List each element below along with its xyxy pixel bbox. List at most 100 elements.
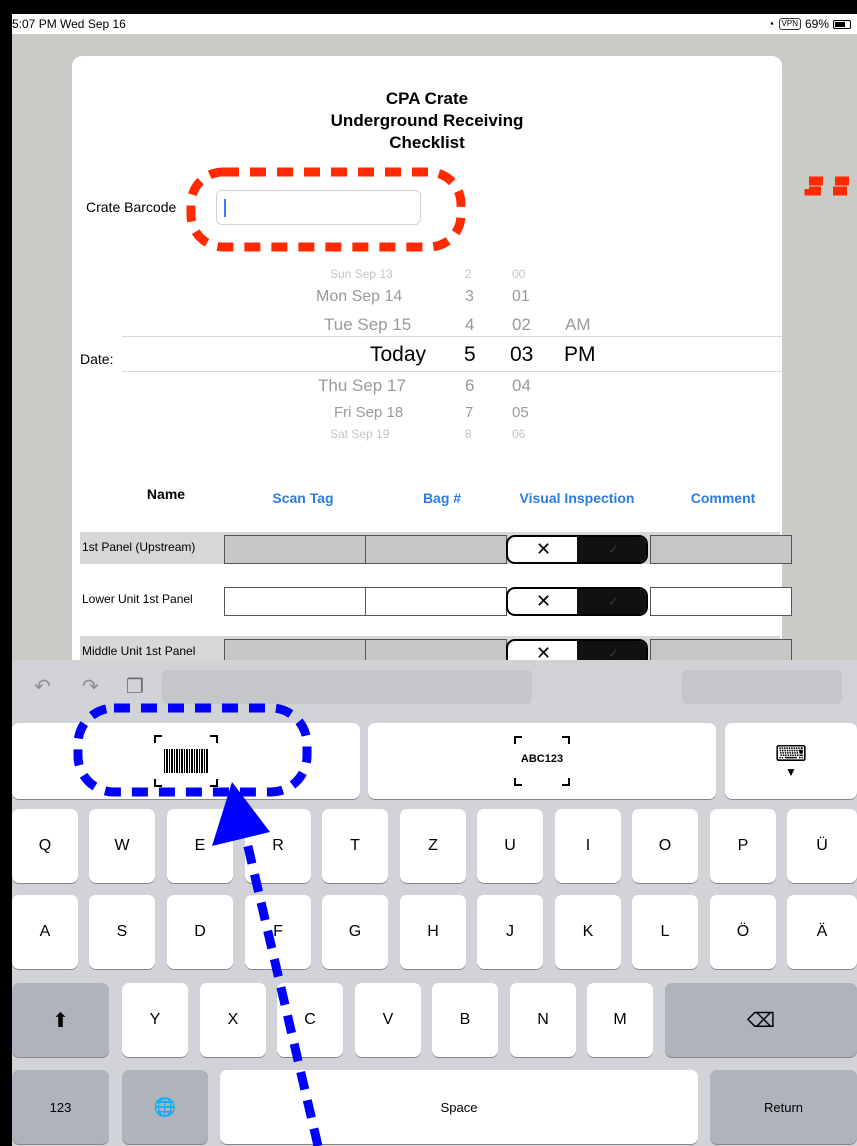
picker-hour[interactable]: 4: [465, 315, 474, 335]
accept-option[interactable]: ✓: [577, 537, 646, 562]
backspace-key[interactable]: ⌫: [665, 983, 857, 1057]
table-row: 1st Panel (Upstream) ✕ ✓: [80, 532, 792, 564]
picker-day[interactable]: Mon Sep 14: [316, 288, 402, 306]
picker-hour[interactable]: 6: [465, 376, 474, 396]
key-l[interactable]: L: [632, 895, 698, 969]
battery-icon: [833, 19, 851, 29]
key-x[interactable]: X: [200, 983, 266, 1057]
key-y[interactable]: Y: [122, 983, 188, 1057]
picker-minute[interactable]: 02: [512, 315, 531, 335]
column-header-scan-tag: Scan Tag: [272, 490, 334, 506]
scan-tag-field[interactable]: [224, 535, 366, 564]
picker-day[interactable]: Sun Sep 13: [330, 267, 393, 281]
picker-day[interactable]: Sat Sep 19: [330, 427, 389, 441]
bag-number-field[interactable]: [365, 535, 507, 564]
key-p[interactable]: P: [710, 809, 776, 883]
crate-barcode-input[interactable]: [216, 190, 421, 225]
status-bar: 5:07 PM Wed Sep 16 ◔ VPN 69%: [12, 14, 857, 34]
suggestion-area: [162, 670, 532, 704]
row-name: Middle Unit 1st Panel: [82, 644, 196, 658]
key-o-umlaut[interactable]: Ö: [710, 895, 776, 969]
picker-day[interactable]: Tue Sep 15: [324, 315, 411, 335]
paste-icon[interactable]: ❐: [126, 674, 144, 699]
picker-hour[interactable]: 2: [465, 267, 472, 281]
key-v[interactable]: V: [355, 983, 421, 1057]
picker-day-selected[interactable]: Today: [370, 343, 426, 367]
comment-field[interactable]: [650, 587, 792, 616]
shift-key[interactable]: ⬆: [12, 983, 109, 1057]
scan-text-button[interactable]: ABC123: [368, 723, 716, 799]
status-right: ◔ VPN 69%: [767, 17, 851, 31]
picker-minute[interactable]: 00: [512, 267, 525, 281]
key-w[interactable]: W: [89, 809, 155, 883]
key-m[interactable]: M: [587, 983, 653, 1057]
accept-option[interactable]: ✓: [577, 589, 646, 614]
scan-barcode-button[interactable]: [12, 723, 360, 799]
table-row: Lower Unit 1st Panel ✕ ✓: [80, 584, 792, 616]
key-k[interactable]: K: [555, 895, 621, 969]
key-a[interactable]: A: [12, 895, 78, 969]
key-u-umlaut[interactable]: Ü: [787, 809, 857, 883]
key-r[interactable]: R: [245, 809, 311, 883]
reject-option[interactable]: ✕: [508, 537, 579, 562]
key-t[interactable]: T: [322, 809, 388, 883]
visual-inspection-toggle[interactable]: ✕ ✓: [506, 535, 648, 564]
key-z[interactable]: Z: [400, 809, 466, 883]
text-caret: [224, 199, 226, 217]
picker-ampm[interactable]: AM: [565, 315, 591, 335]
bag-number-field[interactable]: [365, 587, 507, 616]
column-header-name: Name: [146, 486, 186, 502]
picker-minute[interactable]: 06: [512, 427, 525, 441]
ipad-screen: 5:07 PM Wed Sep 16 ◔ VPN 69% CPA Crate U…: [12, 14, 857, 1146]
picker-ampm-selected[interactable]: PM: [564, 343, 596, 367]
key-f[interactable]: F: [245, 895, 311, 969]
hide-keyboard-button[interactable]: ⌨ ▼: [725, 723, 857, 799]
delete-icon: ⌫: [746, 1009, 776, 1032]
key-h[interactable]: H: [400, 895, 466, 969]
key-d[interactable]: D: [167, 895, 233, 969]
picker-minute[interactable]: 05: [512, 404, 529, 421]
key-o[interactable]: O: [632, 809, 698, 883]
column-header-comment: Comment: [690, 490, 756, 506]
picker-day[interactable]: Thu Sep 17: [318, 376, 406, 396]
picker-day[interactable]: Fri Sep 18: [334, 404, 403, 421]
key-a-umlaut[interactable]: Ä: [787, 895, 857, 969]
keyboard: ABC123 ⌨ ▼ Q W E R T Z U I O P Ü A S D F…: [12, 714, 857, 1146]
checklist-sheet: CPA Crate Underground Receiving Checklis…: [72, 56, 792, 676]
key-s[interactable]: S: [89, 895, 155, 969]
key-j[interactable]: J: [477, 895, 543, 969]
picker-hour[interactable]: 3: [465, 288, 474, 306]
visual-inspection-toggle[interactable]: ✕ ✓: [506, 587, 648, 616]
undo-icon[interactable]: ↶: [34, 674, 51, 699]
shift-icon: ⬆: [52, 1009, 69, 1032]
reject-option[interactable]: ✕: [508, 589, 579, 614]
date-picker-selection-band: [122, 336, 782, 372]
picker-minute-selected[interactable]: 03: [510, 343, 533, 367]
keyboard-hide-icon: ⌨: [775, 741, 807, 766]
key-q[interactable]: Q: [12, 809, 78, 883]
return-key[interactable]: Return: [710, 1070, 857, 1144]
comment-field[interactable]: [650, 535, 792, 564]
key-e[interactable]: E: [167, 809, 233, 883]
key-n[interactable]: N: [510, 983, 576, 1057]
key-u[interactable]: U: [477, 809, 543, 883]
picker-hour[interactable]: 8: [465, 427, 472, 441]
status-time: 5:07 PM Wed Sep 16: [12, 17, 126, 31]
scan-tag-field[interactable]: [224, 587, 366, 616]
picker-hour-selected[interactable]: 5: [464, 343, 476, 367]
date-label: Date:: [80, 351, 114, 367]
row-name: Lower Unit 1st Panel: [82, 592, 193, 606]
redo-icon[interactable]: ↷: [82, 674, 99, 699]
key-b[interactable]: B: [432, 983, 498, 1057]
globe-key[interactable]: 🌐: [122, 1070, 208, 1144]
globe-icon: 🌐: [153, 1096, 177, 1117]
key-i[interactable]: I: [555, 809, 621, 883]
key-g[interactable]: G: [322, 895, 388, 969]
space-key[interactable]: Space: [220, 1070, 698, 1144]
picker-minute[interactable]: 01: [512, 288, 530, 306]
picker-minute[interactable]: 04: [512, 376, 531, 396]
picker-hour[interactable]: 7: [465, 404, 473, 421]
key-c[interactable]: C: [277, 983, 343, 1057]
numbers-key[interactable]: 123: [12, 1070, 109, 1144]
page-title: CPA Crate Underground Receiving Checklis…: [72, 88, 782, 154]
